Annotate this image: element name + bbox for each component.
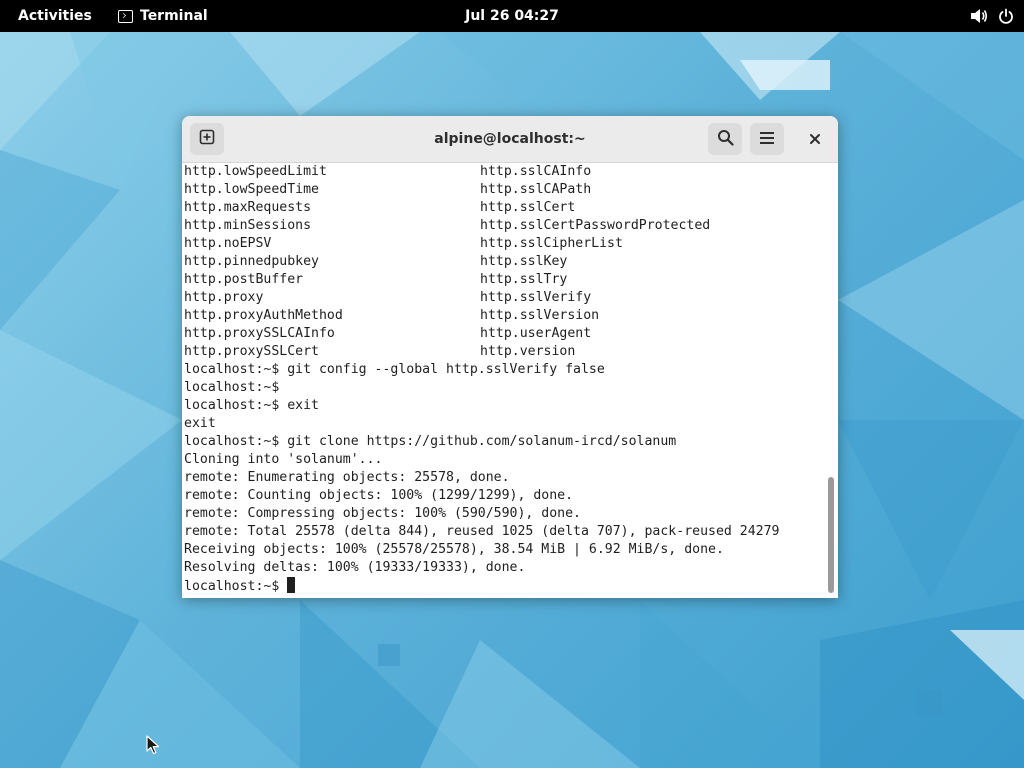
terminal-column-left: http.lowSpeedTime [184, 182, 319, 197]
terminal-column-right: http.sslCertPasswordProtected [480, 218, 711, 233]
terminal-line: exit [184, 416, 216, 431]
terminal-prompt-line[interactable]: localhost:~$ [184, 577, 779, 595]
terminal-line: http.postBuffer http.sslTry [184, 271, 779, 289]
terminal-output[interactable]: http.lowSpeedLimit http.sslCAInfo http.low… [182, 163, 838, 598]
terminal-line: http.proxySSLCert http.version [184, 343, 779, 361]
terminal-line: localhost:~$ [184, 380, 280, 395]
terminal-line: http.maxRequests http.sslCert [184, 199, 779, 217]
terminal-line: Cloning into 'solanum'... [184, 452, 383, 467]
terminal-scrollbar[interactable] [825, 163, 837, 598]
new-tab-icon [199, 129, 215, 149]
system-status-menu[interactable] [970, 3, 1014, 29]
close-button[interactable] [804, 128, 826, 150]
terminal-prompt: localhost:~$ [184, 579, 288, 594]
terminal-window: alpine@localhost:~ http.lowSpeedLimit ht… [182, 116, 838, 598]
terminal-line: localhost:~$ exit [184, 398, 319, 413]
terminal-line: Receiving objects: 100% (25578/25578), 3… [184, 542, 724, 557]
power-icon [998, 8, 1014, 24]
terminal-column-left: http.pinnedpubkey [184, 254, 319, 269]
new-tab-button[interactable] [190, 123, 224, 155]
terminal-line: remote: Compressing objects: 100% (590/5… [184, 506, 581, 521]
terminal-column-left: http.postBuffer [184, 272, 304, 287]
terminal-column-right: http.sslKey [480, 254, 568, 269]
app-menu-terminal[interactable]: Terminal [112, 3, 214, 29]
terminal-line: http.pinnedpubkey http.sslKey [184, 253, 779, 271]
clock-button[interactable]: Jul 26 04:27 [457, 8, 567, 24]
terminal-column-left: http.noEPSV [184, 236, 272, 251]
terminal-column-right: http.sslCert [480, 200, 576, 215]
terminal-line: localhost:~$ git config --global http.ss… [184, 362, 605, 377]
volume-icon [970, 8, 988, 24]
mouse-pointer-icon [146, 735, 160, 759]
terminal-line: http.minSessions http.sslCertPasswordProt… [184, 217, 779, 235]
terminal-line: http.proxyAuthMethod http.sslVersion [184, 307, 779, 325]
terminal-column-right: http.version [480, 344, 576, 359]
terminal-line: http.proxySSLCAInfo http.userAgent [184, 325, 779, 343]
terminal-column-left: http.proxyAuthMethod [184, 308, 343, 323]
app-menu-label: Terminal [140, 8, 208, 24]
scrollbar-thumb[interactable] [828, 477, 834, 593]
terminal-text: http.lowSpeedLimit http.sslCAInfo http.low… [184, 163, 779, 595]
menu-icon [759, 130, 775, 149]
terminal-icon [118, 9, 133, 23]
terminal-line: Resolving deltas: 100% (19333/19333), do… [184, 560, 526, 575]
terminal-column-right: http.sslTry [480, 272, 568, 287]
terminal-column-left: http.lowSpeedLimit [184, 164, 327, 179]
terminal-column-right: http.sslVerify [480, 290, 592, 305]
terminal-line: http.lowSpeedTime http.sslCAPath [184, 181, 779, 199]
terminal-line: http.proxy http.sslVerify [184, 289, 779, 307]
terminal-column-right: http.sslCAPath [480, 182, 592, 197]
terminal-line: localhost:~$ git clone https://github.co… [184, 434, 677, 449]
terminal-column-left: http.proxy [184, 290, 264, 305]
terminal-column-right: http.sslCipherList [480, 236, 623, 251]
terminal-line: http.lowSpeedLimit http.sslCAInfo [184, 163, 779, 181]
terminal-line: remote: Enumerating objects: 25578, done… [184, 470, 510, 485]
terminal-line: remote: Total 25578 (delta 844), reused … [184, 524, 780, 539]
main-menu-button[interactable] [750, 123, 784, 155]
text-cursor [287, 577, 296, 593]
terminal-column-right: http.sslVersion [480, 308, 600, 323]
terminal-line: http.noEPSV http.sslCipherList [184, 235, 779, 253]
terminal-line: remote: Counting objects: 100% (1299/129… [184, 488, 574, 503]
top-bar: Activities Terminal Jul 26 04:27 [0, 0, 1024, 32]
terminal-column-right: http.userAgent [480, 326, 592, 341]
terminal-column-left: http.proxySSLCAInfo [184, 326, 335, 341]
close-icon [809, 130, 821, 149]
search-button[interactable] [708, 123, 742, 155]
terminal-column-left: http.maxRequests [184, 200, 312, 215]
terminal-column-right: http.sslCAInfo [480, 164, 592, 179]
window-headerbar[interactable]: alpine@localhost:~ [182, 116, 838, 163]
search-icon [717, 129, 734, 150]
terminal-column-left: http.minSessions [184, 218, 312, 233]
activities-button[interactable]: Activities [6, 3, 104, 29]
terminal-column-left: http.proxySSLCert [184, 344, 319, 359]
